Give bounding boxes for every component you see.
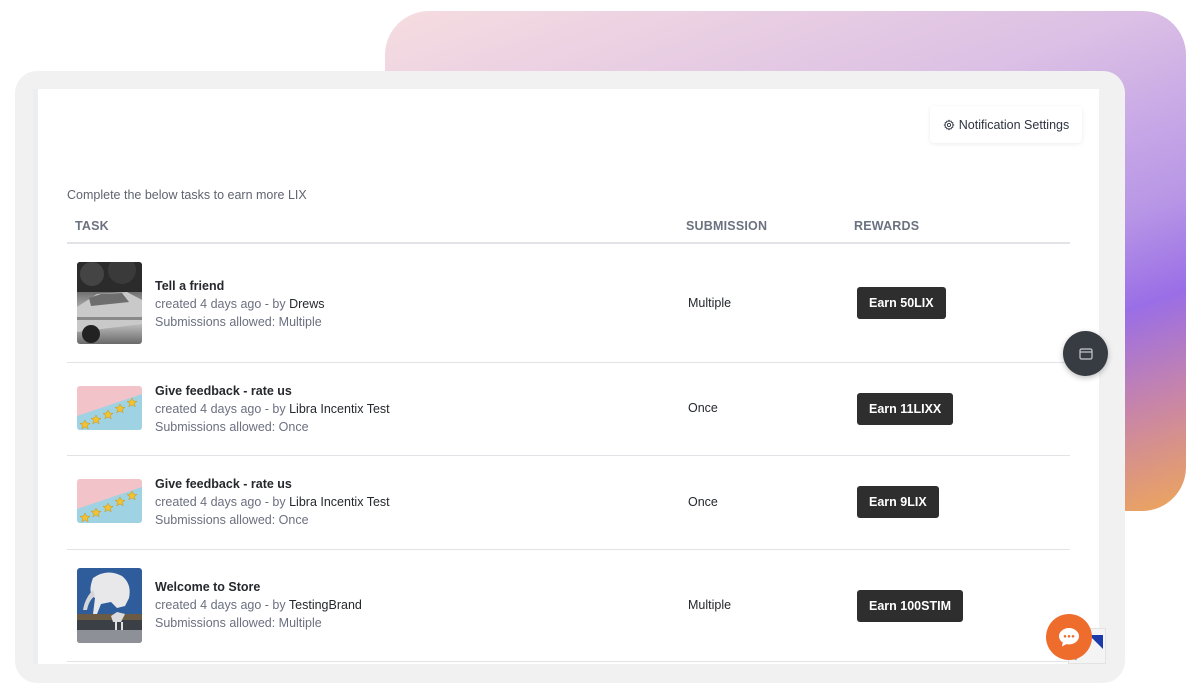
task-submissions-allowed: Submissions allowed: Multiple bbox=[155, 315, 322, 329]
task-title[interactable]: Tell a friend bbox=[155, 277, 325, 295]
table-row[interactable]: Tell a friend created 4 days ago - by Dr… bbox=[67, 244, 1070, 363]
task-author: Drews bbox=[289, 297, 325, 311]
task-title[interactable]: Give feedback - rate us bbox=[155, 382, 390, 400]
submission-value: Once bbox=[688, 401, 718, 415]
table-row[interactable]: Give feedback - rate us created 4 days a… bbox=[67, 363, 1070, 456]
task-author: Libra Incentix Test bbox=[289, 402, 390, 416]
task-created-meta: created 4 days ago - by Drews bbox=[155, 295, 325, 313]
gear-icon bbox=[943, 118, 955, 131]
task-author: TestingBrand bbox=[288, 598, 362, 612]
task-submissions-allowed: Submissions allowed: Once bbox=[155, 420, 309, 434]
task-thumbnail-elephant bbox=[77, 568, 142, 643]
task-title[interactable]: Give feedback - rate us bbox=[155, 475, 390, 493]
task-title[interactable]: Welcome to Store bbox=[155, 578, 362, 596]
task-created-text: created 4 days ago - by bbox=[155, 598, 289, 612]
column-header-submission: SUBMISSION bbox=[686, 219, 768, 233]
submission-value: Multiple bbox=[688, 598, 732, 612]
earn-reward-button[interactable]: Earn 9LIX bbox=[857, 486, 939, 518]
side-panel-button[interactable] bbox=[1063, 331, 1108, 376]
chat-bubble-icon bbox=[1059, 628, 1079, 647]
task-created-text: created 4 days ago - by bbox=[155, 402, 290, 416]
notification-settings-label: Notification Settings bbox=[958, 117, 1070, 132]
task-created-meta: created 4 days ago - by Libra Incentix T… bbox=[155, 400, 390, 418]
task-created-text: created 4 days ago - by bbox=[155, 495, 290, 509]
table-row[interactable]: Welcome to Store created 4 days ago - by… bbox=[67, 550, 1070, 662]
task-thumbnail-stars bbox=[77, 386, 142, 430]
window-icon bbox=[1078, 347, 1093, 360]
intro-text: Complete the below tasks to earn more LI… bbox=[67, 188, 307, 202]
task-thumbnail-car bbox=[77, 262, 142, 344]
task-created-meta: created 4 days ago - by TestingBrand bbox=[155, 596, 362, 614]
notification-settings-button[interactable]: Notification Settings bbox=[930, 106, 1082, 143]
column-header-task: TASK bbox=[75, 219, 109, 233]
chat-button[interactable] bbox=[1046, 614, 1092, 660]
task-thumbnail-stars bbox=[77, 479, 142, 523]
earn-reward-button[interactable]: Earn 11LIXX bbox=[857, 393, 954, 425]
submission-value: Once bbox=[688, 495, 718, 509]
column-header-rewards: REWARDS bbox=[854, 219, 920, 233]
table-row[interactable]: Give feedback - rate us created 4 days a… bbox=[67, 456, 1070, 550]
task-submissions-allowed: Submissions allowed: Multiple bbox=[155, 616, 322, 630]
earn-reward-button[interactable]: Earn 100STIM bbox=[857, 590, 963, 622]
earn-reward-button[interactable]: Earn 50LIX bbox=[857, 287, 946, 319]
task-submissions-allowed: Submissions allowed: Once bbox=[155, 513, 309, 527]
submission-value: Multiple bbox=[688, 296, 732, 310]
task-author: Libra Incentix Test bbox=[289, 495, 390, 509]
task-created-meta: created 4 days ago - by Libra Incentix T… bbox=[155, 493, 390, 511]
task-created-text: created 4 days ago - by bbox=[155, 297, 290, 311]
